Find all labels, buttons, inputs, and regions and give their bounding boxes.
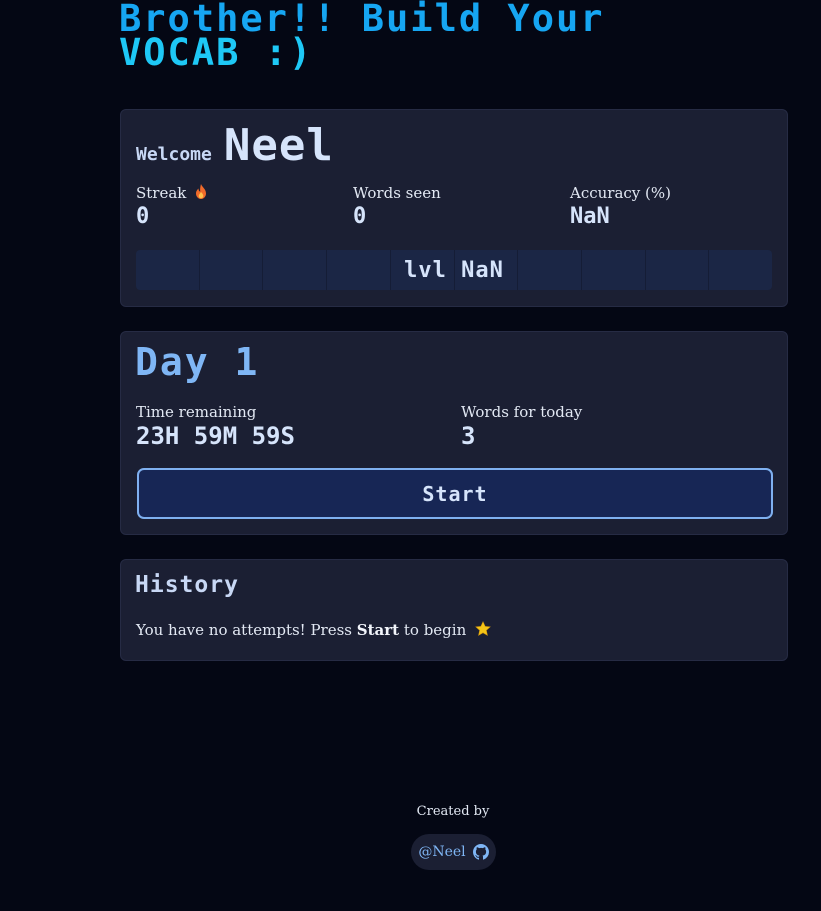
- accuracy-stat: Accuracy (%) NaN: [570, 183, 671, 230]
- history-title: History: [135, 572, 239, 598]
- words-seen-stat: Words seen 0: [353, 183, 441, 230]
- accuracy-label: Accuracy (%): [570, 184, 672, 202]
- profile-card: Welcome Neel Streak 0 Words seen 0 Accur…: [120, 109, 788, 307]
- time-remaining-stat: Time remaining 23H 59M 59S: [136, 402, 295, 449]
- history-card: History You have no attempts! Press Star…: [120, 559, 788, 661]
- user-name: Neel: [223, 120, 334, 171]
- streak-label-row: Streak: [136, 183, 207, 203]
- day-card: Day 1 Time remaining 23H 59M 59S Words f…: [120, 331, 788, 535]
- app-title-line2: VOCAB :): [119, 31, 314, 74]
- app-root: Brother!! Build Your VOCAB :) Welcome Ne…: [0, 0, 821, 911]
- streak-value: 0: [136, 204, 150, 229]
- fire-icon: [195, 184, 207, 202]
- welcome-label: Welcome: [136, 144, 212, 165]
- level-label: lvl NaN: [404, 257, 504, 283]
- words-seen-value: 0: [353, 204, 367, 229]
- words-seen-label: Words seen: [353, 184, 441, 202]
- streak-stat: Streak 0: [136, 183, 207, 230]
- streak-label: Streak: [136, 184, 187, 202]
- time-remaining-label: Time remaining: [136, 403, 257, 421]
- welcome-header: Welcome Neel: [136, 120, 334, 171]
- words-today-stat: Words for today 3: [461, 402, 582, 449]
- history-msg-text: You have no attempts! Press: [136, 621, 357, 639]
- author-link[interactable]: @Neel: [411, 834, 496, 870]
- github-icon: [472, 844, 489, 860]
- created-by-label: Created by: [416, 804, 490, 819]
- start-button[interactable]: Start: [137, 468, 773, 519]
- words-today-value: 3: [461, 422, 476, 450]
- level-progress-bar: lvl NaN: [136, 250, 772, 290]
- time-remaining-value: 23H 59M 59S: [136, 422, 295, 450]
- words-today-label: Words for today: [461, 403, 583, 421]
- day-title: Day 1: [135, 340, 260, 384]
- history-empty-message: You have no attempts! Press Start to beg…: [136, 621, 491, 639]
- history-msg-start: Start: [356, 621, 400, 639]
- author-handle: @Neel: [418, 844, 466, 860]
- history-msg-tail: to begin: [399, 621, 467, 639]
- star-icon: [475, 621, 491, 639]
- accuracy-value: NaN: [570, 204, 610, 229]
- app-title: Brother!! Build Your VOCAB :): [119, 0, 799, 74]
